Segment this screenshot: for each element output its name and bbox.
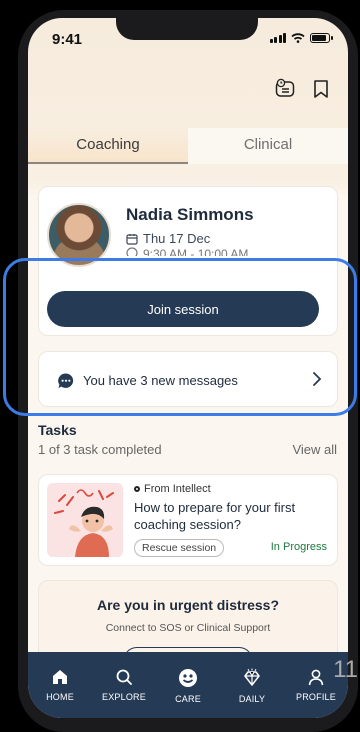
history-button[interactable] [274, 78, 296, 100]
profile-icon [308, 669, 324, 686]
tasks-progress: 1 of 3 task completed [38, 442, 162, 457]
chat-bubble-icon [58, 373, 74, 389]
task-source: From Intellect [134, 483, 211, 495]
bookmark-button[interactable] [310, 78, 332, 100]
bookmark-icon [314, 80, 328, 98]
page-number: 11 [333, 656, 358, 683]
messages-card[interactable]: You have 3 new messages [38, 351, 338, 407]
nav-care[interactable]: CARE [156, 652, 220, 718]
nav-daily[interactable]: DAILY [220, 652, 284, 718]
task-source-text: From Intellect [144, 483, 211, 495]
task-title: How to prepare for your first coaching s… [134, 500, 296, 532]
nav-explore-label: EXPLORE [102, 692, 146, 702]
clock-list-icon [275, 78, 295, 97]
device-notch [116, 18, 258, 40]
distress-title: Are you in urgent distress? [96, 597, 280, 613]
chevron-right-icon [313, 372, 322, 386]
view-all-link[interactable]: View all [292, 442, 337, 457]
status-icons [269, 33, 333, 43]
join-session-button[interactable]: Join session [47, 291, 319, 327]
nav-care-label: CARE [175, 694, 201, 704]
coach-avatar [47, 203, 111, 267]
task-card[interactable]: From Intellect How to prepare for your f… [38, 474, 338, 566]
session-date: Thu 17 Dec [126, 231, 210, 246]
messages-text: You have 3 new messages [83, 373, 238, 388]
session-time: 9:30 AM - 10:00 AM [126, 247, 248, 256]
bottom-nav: HOME EXPLORE CARE DAILY PROFILE [28, 652, 348, 718]
app-screen: 9:41 Coaching Clinical Nadia Simmons Thu… [28, 18, 348, 718]
wifi-icon [291, 33, 305, 43]
session-time-text: 9:30 AM - 10:00 AM [143, 247, 249, 256]
care-tabs: Coaching Clinical [28, 128, 348, 164]
search-icon [116, 669, 132, 685]
header-actions [274, 78, 332, 100]
tab-coaching[interactable]: Coaching [28, 128, 188, 164]
calendar-icon [126, 233, 138, 245]
task-illustration [47, 483, 123, 557]
nav-home[interactable]: HOME [28, 652, 92, 718]
nav-explore[interactable]: EXPLORE [92, 652, 156, 718]
battery-icon [310, 33, 333, 43]
home-icon [53, 670, 67, 684]
session-date-text: Thu 17 Dec [143, 231, 211, 246]
session-card: Nadia Simmons Thu 17 Dec 9:30 AM - 10:00… [38, 186, 338, 336]
task-status-badge: In Progress [270, 541, 327, 553]
task-tag: Rescue session [134, 539, 225, 557]
care-icon [179, 669, 197, 687]
distress-subtitle: Connect to SOS or Clinical Support [105, 622, 271, 634]
nav-profile-label: PROFILE [296, 692, 336, 702]
clock-icon [126, 247, 138, 256]
nav-daily-label: DAILY [238, 694, 266, 704]
tasks-heading: Tasks [38, 422, 77, 438]
nav-home-label: HOME [46, 692, 74, 702]
coach-name: Nadia Simmons [126, 205, 254, 224]
status-time: 9:41 [52, 31, 83, 48]
source-icon [134, 486, 140, 492]
signal-icon [269, 33, 286, 43]
tab-clinical[interactable]: Clinical [188, 128, 348, 164]
diamond-icon [244, 668, 260, 686]
